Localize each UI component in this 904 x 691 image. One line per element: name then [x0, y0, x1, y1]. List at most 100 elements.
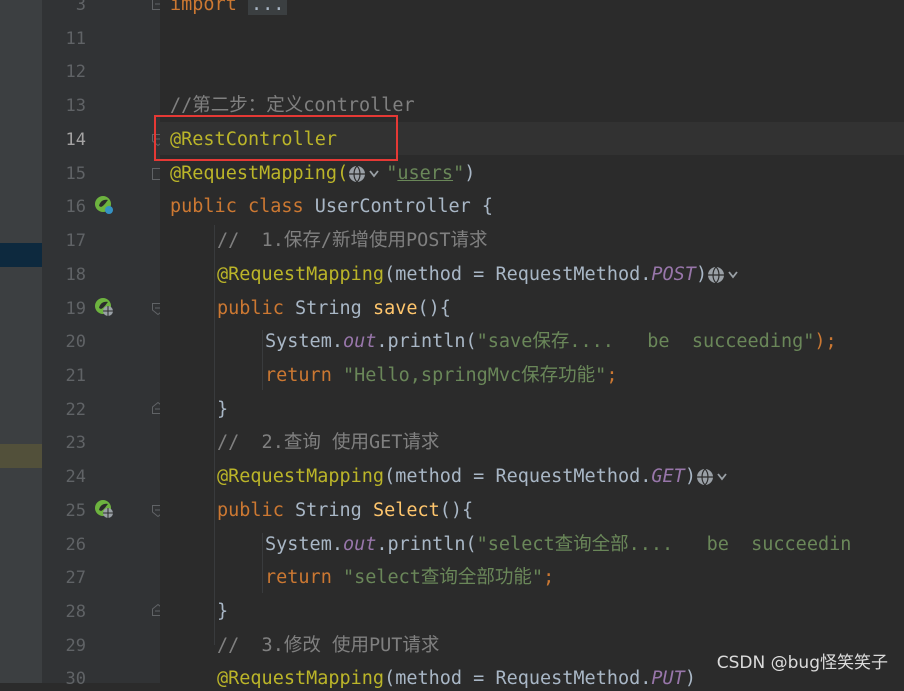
code-line-30: @RequestMapping(method = RequestMethod.P… [217, 667, 696, 691]
punctuation: ); [814, 331, 837, 352]
indent-guide [262, 330, 263, 390]
globe-icon[interactable] [696, 468, 734, 486]
method-name: save [372, 298, 418, 319]
annotation: @RequestMapping( [170, 163, 349, 184]
class-name: UserController { [314, 196, 494, 217]
type-name: String [294, 500, 373, 521]
code-line-19: public String save(){ [217, 297, 451, 321]
string-literal: "save保存.... be succeeding" [476, 331, 815, 352]
comment: //第二步：定义controller [170, 95, 415, 116]
code-line-23: // 2.查询 使用GET请求 [217, 431, 439, 455]
globe-icon[interactable] [707, 266, 745, 284]
line-number: 25 [65, 501, 86, 521]
keyword: return [265, 567, 343, 588]
code-line-22: } [217, 398, 228, 422]
selected-row-marker [0, 243, 42, 267]
annotation-args: (method = RequestMethod. [384, 466, 652, 487]
line-number-current: 14 [65, 130, 86, 150]
class-ref: System. [265, 331, 343, 352]
line-number: 16 [65, 197, 86, 217]
line-number: 20 [65, 332, 86, 352]
punctuation: ) [464, 163, 476, 184]
punctuation: ) [684, 668, 696, 689]
editor-gutter[interactable]: 3 11 12 13 14 15 16 17 18 19 20 21 22 23… [42, 0, 164, 689]
string-literal[interactable]: users [397, 163, 453, 184]
string-literal: "select查询全部功能" [342, 567, 544, 588]
string-literal: "select查询全部.... be succeedin [476, 534, 852, 555]
annotation: @RequestMapping [217, 466, 385, 487]
static-field: out [342, 534, 377, 555]
line-number: 23 [65, 433, 86, 453]
comment: // 3.修改 使用PUT请求 [217, 635, 440, 656]
punctuation: (){ [439, 500, 474, 521]
keyword: public [217, 298, 295, 319]
code-line-20: System.out.println("save保存.... be succee… [265, 330, 837, 354]
punctuation: ; [606, 365, 618, 386]
code-line-15: @RequestMapping("users") [170, 163, 476, 184]
code-line-29: // 3.修改 使用PUT请求 [217, 634, 439, 658]
line-number: 18 [65, 265, 86, 285]
code-line-18: @RequestMapping(method = RequestMethod.P… [217, 263, 745, 287]
project-panel-edge [0, 0, 42, 683]
line-number: 19 [65, 299, 86, 319]
punctuation: (){ [417, 298, 451, 319]
line-number: 30 [65, 669, 86, 689]
annotation-args: (method = RequestMethod. [384, 668, 652, 689]
globe-icon[interactable] [348, 165, 386, 183]
punctuation: ) [695, 264, 708, 285]
line-number: 13 [65, 96, 86, 116]
code-line-17: // 1.保存/新增使用POST请求 [217, 229, 488, 253]
string-quote: " [386, 163, 398, 184]
annotation: @RequestMapping [217, 668, 385, 689]
line-number: 12 [65, 62, 86, 82]
comment: // 1.保存/新增使用POST请求 [217, 230, 488, 251]
closing-brace: } [217, 399, 229, 420]
code-line-26: System.out.println("select查询全部.... be su… [265, 533, 851, 557]
keyword: public [217, 500, 295, 521]
annotation-args: (method = RequestMethod. [384, 264, 652, 285]
enum-constant: PUT [651, 668, 685, 689]
code-line-28: } [217, 600, 228, 624]
method-name: Select [372, 500, 440, 521]
class-ref: System. [265, 534, 343, 555]
closing-brace: } [217, 601, 229, 622]
code-line-24: @RequestMapping(method = RequestMethod.G… [217, 465, 734, 489]
enum-constant: GET [651, 466, 685, 487]
code-line-3: import ... [170, 0, 288, 17]
keyword: public class [170, 196, 315, 217]
type-name: String [294, 298, 373, 319]
indent-guide [214, 225, 215, 645]
indent-guide [262, 533, 263, 593]
line-number: 21 [65, 366, 86, 386]
code-line-25: public String Select(){ [217, 499, 473, 523]
line-number: 15 [65, 164, 86, 184]
spring-bean-icon[interactable] [94, 195, 114, 215]
folded-imports[interactable]: ... [247, 0, 288, 15]
line-number: 3 [75, 0, 86, 15]
web-endpoint-icon[interactable] [94, 499, 114, 519]
line-number: 17 [65, 231, 86, 251]
code-line-16: public class UserController { [170, 195, 493, 219]
line-number: 11 [65, 29, 86, 49]
static-field: out [342, 331, 377, 352]
punctuation: ; [543, 567, 555, 588]
enum-constant: POST [651, 264, 696, 285]
web-endpoint-icon[interactable] [94, 297, 114, 317]
string-literal: "Hello,springMvc保存功能" [342, 365, 607, 386]
line-number: 29 [65, 636, 86, 656]
line-number: 27 [65, 568, 86, 588]
annotation: @RequestMapping [217, 264, 385, 285]
method-call: .println( [376, 534, 477, 555]
highlighted-row-marker [0, 444, 42, 468]
keyword: import [170, 0, 237, 15]
method-call: .println( [376, 331, 477, 352]
line-number: 22 [65, 400, 86, 420]
watermark: CSDN @bug怪笑笑子 [716, 653, 888, 673]
code-line-27: return "select查询全部功能"; [265, 566, 554, 590]
code-line-21: return "Hello,springMvc保存功能"; [265, 364, 617, 388]
punctuation: ) [684, 466, 696, 487]
red-highlight-box [154, 115, 398, 161]
line-number: 26 [65, 535, 86, 555]
keyword: return [265, 365, 343, 386]
line-number: 24 [65, 467, 86, 487]
